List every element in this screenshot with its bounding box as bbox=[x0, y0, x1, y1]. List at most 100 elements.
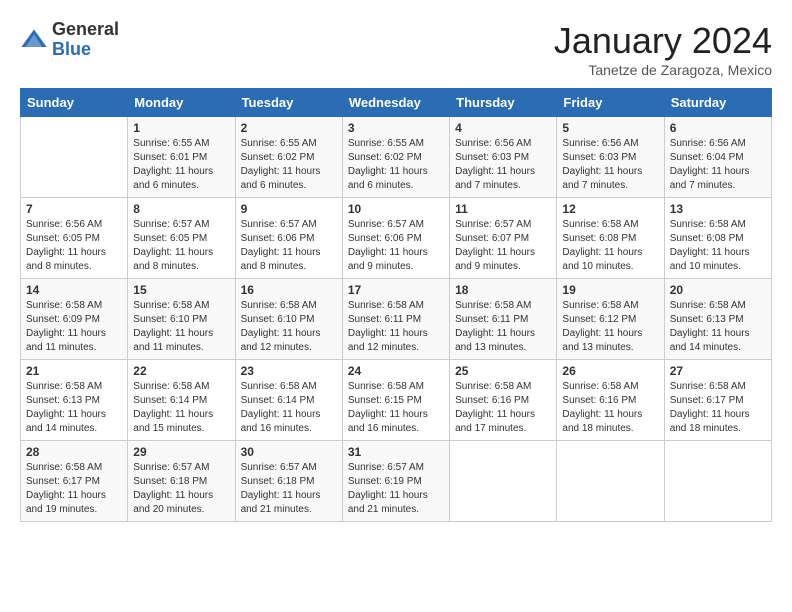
day-info: Sunrise: 6:58 AMSunset: 6:08 PMDaylight:… bbox=[670, 219, 750, 272]
calendar-week-row: 21 Sunrise: 6:58 AMSunset: 6:13 PMDaylig… bbox=[21, 360, 772, 441]
day-info: Sunrise: 6:58 AMSunset: 6:08 PMDaylight:… bbox=[562, 219, 642, 272]
day-info: Sunrise: 6:57 AMSunset: 6:18 PMDaylight:… bbox=[241, 462, 321, 515]
day-number: 27 bbox=[670, 364, 766, 378]
day-info: Sunrise: 6:56 AMSunset: 6:05 PMDaylight:… bbox=[26, 219, 106, 272]
day-number: 3 bbox=[348, 121, 444, 135]
day-info: Sunrise: 6:57 AMSunset: 6:19 PMDaylight:… bbox=[348, 462, 428, 515]
page-header: General Blue January 2024 Tanetze de Zar… bbox=[20, 20, 772, 78]
day-info: Sunrise: 6:58 AMSunset: 6:17 PMDaylight:… bbox=[26, 462, 106, 515]
calendar-cell: 23 Sunrise: 6:58 AMSunset: 6:14 PMDaylig… bbox=[235, 360, 342, 441]
day-number: 9 bbox=[241, 202, 337, 216]
day-info: Sunrise: 6:56 AMSunset: 6:03 PMDaylight:… bbox=[455, 138, 535, 191]
day-info: Sunrise: 6:58 AMSunset: 6:15 PMDaylight:… bbox=[348, 381, 428, 434]
calendar-cell: 27 Sunrise: 6:58 AMSunset: 6:17 PMDaylig… bbox=[664, 360, 771, 441]
day-number: 1 bbox=[133, 121, 229, 135]
weekday-header-tuesday: Tuesday bbox=[235, 89, 342, 117]
day-number: 30 bbox=[241, 445, 337, 459]
calendar-cell: 8 Sunrise: 6:57 AMSunset: 6:05 PMDayligh… bbox=[128, 198, 235, 279]
weekday-header-thursday: Thursday bbox=[450, 89, 557, 117]
calendar-week-row: 1 Sunrise: 6:55 AMSunset: 6:01 PMDayligh… bbox=[21, 117, 772, 198]
calendar-cell bbox=[21, 117, 128, 198]
calendar-table: SundayMondayTuesdayWednesdayThursdayFrid… bbox=[20, 88, 772, 522]
day-info: Sunrise: 6:58 AMSunset: 6:16 PMDaylight:… bbox=[455, 381, 535, 434]
day-info: Sunrise: 6:56 AMSunset: 6:03 PMDaylight:… bbox=[562, 138, 642, 191]
day-number: 8 bbox=[133, 202, 229, 216]
weekday-header-row: SundayMondayTuesdayWednesdayThursdayFrid… bbox=[21, 89, 772, 117]
day-number: 17 bbox=[348, 283, 444, 297]
day-number: 26 bbox=[562, 364, 658, 378]
day-number: 10 bbox=[348, 202, 444, 216]
calendar-cell: 29 Sunrise: 6:57 AMSunset: 6:18 PMDaylig… bbox=[128, 441, 235, 522]
day-number: 2 bbox=[241, 121, 337, 135]
day-info: Sunrise: 6:57 AMSunset: 6:18 PMDaylight:… bbox=[133, 462, 213, 515]
day-number: 23 bbox=[241, 364, 337, 378]
day-info: Sunrise: 6:58 AMSunset: 6:10 PMDaylight:… bbox=[133, 300, 213, 353]
day-number: 20 bbox=[670, 283, 766, 297]
calendar-cell: 4 Sunrise: 6:56 AMSunset: 6:03 PMDayligh… bbox=[450, 117, 557, 198]
day-number: 5 bbox=[562, 121, 658, 135]
day-number: 12 bbox=[562, 202, 658, 216]
day-number: 6 bbox=[670, 121, 766, 135]
calendar-cell: 13 Sunrise: 6:58 AMSunset: 6:08 PMDaylig… bbox=[664, 198, 771, 279]
logo-general-text: General bbox=[52, 20, 119, 40]
calendar-cell bbox=[450, 441, 557, 522]
weekday-header-friday: Friday bbox=[557, 89, 664, 117]
logo-blue-text: Blue bbox=[52, 40, 119, 60]
day-number: 14 bbox=[26, 283, 122, 297]
calendar-cell: 2 Sunrise: 6:55 AMSunset: 6:02 PMDayligh… bbox=[235, 117, 342, 198]
day-info: Sunrise: 6:58 AMSunset: 6:14 PMDaylight:… bbox=[241, 381, 321, 434]
day-info: Sunrise: 6:58 AMSunset: 6:11 PMDaylight:… bbox=[455, 300, 535, 353]
day-number: 4 bbox=[455, 121, 551, 135]
calendar-cell: 31 Sunrise: 6:57 AMSunset: 6:19 PMDaylig… bbox=[342, 441, 449, 522]
logo-icon bbox=[20, 26, 48, 54]
calendar-cell: 28 Sunrise: 6:58 AMSunset: 6:17 PMDaylig… bbox=[21, 441, 128, 522]
day-number: 21 bbox=[26, 364, 122, 378]
day-info: Sunrise: 6:57 AMSunset: 6:06 PMDaylight:… bbox=[348, 219, 428, 272]
day-number: 18 bbox=[455, 283, 551, 297]
day-info: Sunrise: 6:57 AMSunset: 6:07 PMDaylight:… bbox=[455, 219, 535, 272]
calendar-cell: 20 Sunrise: 6:58 AMSunset: 6:13 PMDaylig… bbox=[664, 279, 771, 360]
day-info: Sunrise: 6:55 AMSunset: 6:01 PMDaylight:… bbox=[133, 138, 213, 191]
day-info: Sunrise: 6:58 AMSunset: 6:11 PMDaylight:… bbox=[348, 300, 428, 353]
day-number: 31 bbox=[348, 445, 444, 459]
location-text: Tanetze de Zaragoza, Mexico bbox=[554, 62, 772, 78]
day-info: Sunrise: 6:58 AMSunset: 6:13 PMDaylight:… bbox=[670, 300, 750, 353]
calendar-cell: 25 Sunrise: 6:58 AMSunset: 6:16 PMDaylig… bbox=[450, 360, 557, 441]
weekday-header-wednesday: Wednesday bbox=[342, 89, 449, 117]
day-info: Sunrise: 6:58 AMSunset: 6:13 PMDaylight:… bbox=[26, 381, 106, 434]
calendar-cell: 11 Sunrise: 6:57 AMSunset: 6:07 PMDaylig… bbox=[450, 198, 557, 279]
logo-text: General Blue bbox=[52, 20, 119, 60]
day-info: Sunrise: 6:56 AMSunset: 6:04 PMDaylight:… bbox=[670, 138, 750, 191]
calendar-cell: 16 Sunrise: 6:58 AMSunset: 6:10 PMDaylig… bbox=[235, 279, 342, 360]
calendar-cell: 3 Sunrise: 6:55 AMSunset: 6:02 PMDayligh… bbox=[342, 117, 449, 198]
calendar-cell: 26 Sunrise: 6:58 AMSunset: 6:16 PMDaylig… bbox=[557, 360, 664, 441]
month-title: January 2024 bbox=[554, 20, 772, 62]
day-number: 16 bbox=[241, 283, 337, 297]
calendar-cell: 24 Sunrise: 6:58 AMSunset: 6:15 PMDaylig… bbox=[342, 360, 449, 441]
day-info: Sunrise: 6:58 AMSunset: 6:17 PMDaylight:… bbox=[670, 381, 750, 434]
day-info: Sunrise: 6:58 AMSunset: 6:14 PMDaylight:… bbox=[133, 381, 213, 434]
day-info: Sunrise: 6:58 AMSunset: 6:09 PMDaylight:… bbox=[26, 300, 106, 353]
calendar-cell: 15 Sunrise: 6:58 AMSunset: 6:10 PMDaylig… bbox=[128, 279, 235, 360]
calendar-cell: 14 Sunrise: 6:58 AMSunset: 6:09 PMDaylig… bbox=[21, 279, 128, 360]
calendar-cell bbox=[557, 441, 664, 522]
day-number: 28 bbox=[26, 445, 122, 459]
day-number: 11 bbox=[455, 202, 551, 216]
calendar-cell: 1 Sunrise: 6:55 AMSunset: 6:01 PMDayligh… bbox=[128, 117, 235, 198]
day-number: 29 bbox=[133, 445, 229, 459]
logo: General Blue bbox=[20, 20, 119, 60]
calendar-cell: 5 Sunrise: 6:56 AMSunset: 6:03 PMDayligh… bbox=[557, 117, 664, 198]
day-number: 22 bbox=[133, 364, 229, 378]
calendar-cell: 19 Sunrise: 6:58 AMSunset: 6:12 PMDaylig… bbox=[557, 279, 664, 360]
calendar-cell: 12 Sunrise: 6:58 AMSunset: 6:08 PMDaylig… bbox=[557, 198, 664, 279]
title-section: January 2024 Tanetze de Zaragoza, Mexico bbox=[554, 20, 772, 78]
day-number: 25 bbox=[455, 364, 551, 378]
calendar-cell: 10 Sunrise: 6:57 AMSunset: 6:06 PMDaylig… bbox=[342, 198, 449, 279]
calendar-cell: 22 Sunrise: 6:58 AMSunset: 6:14 PMDaylig… bbox=[128, 360, 235, 441]
day-number: 15 bbox=[133, 283, 229, 297]
day-info: Sunrise: 6:57 AMSunset: 6:06 PMDaylight:… bbox=[241, 219, 321, 272]
day-number: 19 bbox=[562, 283, 658, 297]
day-info: Sunrise: 6:58 AMSunset: 6:16 PMDaylight:… bbox=[562, 381, 642, 434]
calendar-cell: 18 Sunrise: 6:58 AMSunset: 6:11 PMDaylig… bbox=[450, 279, 557, 360]
day-number: 7 bbox=[26, 202, 122, 216]
